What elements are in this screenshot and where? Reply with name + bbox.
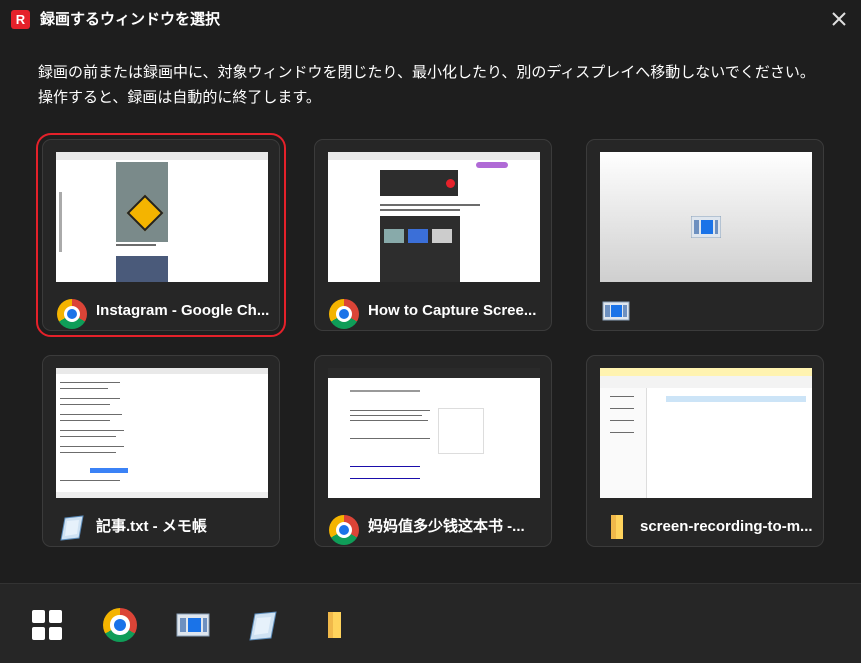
window-card-footer: 妈妈值多少钱这本书 -...: [315, 508, 553, 545]
close-icon[interactable]: [829, 9, 849, 29]
app-logo-icon: R: [11, 10, 30, 29]
folder-icon[interactable]: [318, 608, 352, 642]
window-thumbnail: [56, 152, 268, 282]
chrome-icon[interactable]: [103, 608, 137, 642]
folder-icon: [611, 515, 623, 539]
window-card-instagram[interactable]: Instagram - Google Ch...: [36, 133, 286, 337]
chrome-icon: [57, 299, 87, 329]
app-window-icon[interactable]: [176, 608, 210, 642]
instruction-text: 録画の前または録画中に、対象ウィンドウを閉じたり、最小化したり、別のディスプレイ…: [38, 64, 815, 106]
window-card-explorer[interactable]: screen-recording-to-m...: [586, 355, 824, 547]
window-thumbnail: [600, 368, 812, 498]
window-card-capture[interactable]: How to Capture Scree...: [314, 139, 552, 331]
window-card-label: screen-recording-to-m...: [640, 518, 813, 535]
notepad-icon[interactable]: [246, 608, 280, 642]
chrome-icon: [329, 515, 359, 545]
window-card-label: How to Capture Scree...: [368, 302, 537, 319]
title-bar: R 録画するウィンドウを選択: [0, 0, 861, 40]
window-card-footer: How to Capture Scree...: [315, 292, 553, 329]
window-card-footer: 記事.txt - メモ帳: [43, 508, 281, 544]
window-card-footer: Instagram - Google Ch...: [43, 292, 281, 329]
window-title: 録画するウィンドウを選択: [40, 11, 221, 28]
window-card-notepad[interactable]: 記事.txt - メモ帳: [42, 355, 280, 547]
window-card-footer: [587, 292, 825, 328]
window-thumbnail: [328, 152, 540, 282]
window-card-app[interactable]: [586, 139, 824, 331]
notepad-icon: [60, 515, 84, 541]
app-window-icon: [691, 216, 721, 238]
window-card-search[interactable]: 妈妈值多少钱这本书 -...: [314, 355, 552, 547]
window-card-label: 妈妈值多少钱这本书 -...: [368, 518, 525, 535]
app-window-icon: [602, 301, 630, 321]
window-filter-bar: [0, 583, 861, 663]
window-thumbnail: [328, 368, 540, 498]
window-thumbnail: [56, 368, 268, 498]
chrome-icon: [329, 299, 359, 329]
grid-icon[interactable]: [30, 608, 64, 642]
window-card-footer: screen-recording-to-m...: [587, 508, 825, 544]
window-card-label: 記事.txt - メモ帳: [96, 518, 207, 535]
window-card-label: Instagram - Google Ch...: [96, 302, 270, 319]
window-thumbnail: [600, 152, 812, 282]
